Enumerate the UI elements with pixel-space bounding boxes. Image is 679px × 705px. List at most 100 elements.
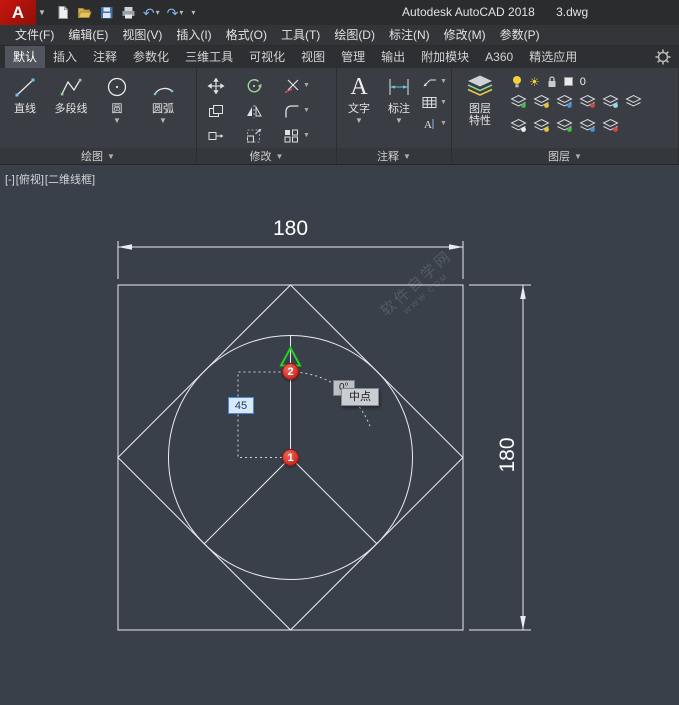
- circle-flyout-caret-icon[interactable]: ▼: [113, 116, 121, 126]
- ribbon-tab-bar: 默认 插入 注释 参数化 三维工具 可视化 视图 管理 输出 附加模块 A360…: [0, 46, 679, 68]
- current-layer-name: 0: [580, 76, 586, 88]
- copy-button[interactable]: [207, 98, 245, 123]
- layer-tool-button[interactable]: [510, 94, 527, 114]
- leader-caret-icon[interactable]: ▼: [440, 78, 447, 85]
- dimension-flyout-caret-icon[interactable]: ▼: [395, 116, 403, 126]
- viewport-menu-control[interactable]: [-]: [5, 174, 15, 186]
- menu-draw[interactable]: 绘图(D): [327, 25, 382, 45]
- app-title: Autodesk AutoCAD 2018: [402, 5, 535, 19]
- tab-output[interactable]: 输出: [373, 46, 413, 68]
- tab-insert[interactable]: 插入: [45, 46, 85, 68]
- save-icon: [99, 5, 114, 20]
- text-flyout-caret-icon[interactable]: ▼: [355, 116, 363, 126]
- open-file-button[interactable]: [77, 3, 92, 23]
- layer-tool-button[interactable]: [556, 118, 573, 138]
- panel-layers-title: 图层: [548, 148, 570, 164]
- lock-icon[interactable]: [545, 74, 559, 89]
- layer-color-swatch[interactable]: [564, 77, 573, 86]
- layer-tool-button[interactable]: [510, 118, 527, 138]
- redo-icon: ↷: [167, 3, 179, 23]
- mirror-button[interactable]: [245, 98, 283, 123]
- tool-arc[interactable]: 圆弧 ▼: [140, 71, 186, 126]
- viewport-view-control[interactable]: [俯视]: [16, 174, 44, 186]
- new-file-button[interactable]: [55, 3, 70, 23]
- tab-a360[interactable]: A360: [477, 46, 521, 68]
- undo-button[interactable]: ↶▾: [143, 3, 160, 23]
- text-style-button[interactable]: A▼: [421, 115, 447, 132]
- leader-button[interactable]: ▼: [421, 73, 447, 90]
- save-button[interactable]: [99, 3, 114, 23]
- panel-footer-layers[interactable]: 图层▼: [452, 148, 678, 164]
- fillet-button[interactable]: ▼: [283, 98, 321, 123]
- stretch-button[interactable]: [207, 123, 245, 148]
- move-button[interactable]: [207, 73, 245, 98]
- menu-insert[interactable]: 插入(I): [169, 25, 218, 45]
- tab-visualize[interactable]: 可视化: [241, 46, 293, 68]
- layer-tool-button[interactable]: [533, 118, 550, 138]
- tab-addins[interactable]: 附加模块: [413, 46, 477, 68]
- menu-tools[interactable]: 工具(T): [274, 25, 327, 45]
- sun-icon[interactable]: ☀: [529, 75, 540, 89]
- drawing-geometry: [0, 165, 679, 705]
- trim-button[interactable]: ▼: [283, 73, 321, 98]
- tool-text-label: 文字: [348, 103, 370, 116]
- tool-dimension-label: 标注: [388, 103, 410, 116]
- tab-3dtools[interactable]: 三维工具: [177, 46, 241, 68]
- tool-line[interactable]: 直线: [2, 71, 48, 116]
- menu-parametric[interactable]: 参数(P): [493, 25, 547, 45]
- array-button[interactable]: ▼: [283, 123, 321, 148]
- panel-footer-modify[interactable]: 修改▼: [197, 148, 336, 164]
- table-button[interactable]: ▼: [421, 94, 447, 111]
- menu-file[interactable]: 文件(F): [8, 25, 61, 45]
- trim-icon: [283, 78, 301, 94]
- tool-dimension[interactable]: 标注 ▼: [379, 71, 419, 126]
- arc-flyout-caret-icon[interactable]: ▼: [159, 116, 167, 126]
- trim-caret-icon[interactable]: ▼: [303, 82, 310, 89]
- tool-polyline[interactable]: 多段线: [48, 71, 94, 116]
- app-logo[interactable]: A: [0, 0, 36, 25]
- menu-modify[interactable]: 修改(M): [437, 25, 493, 45]
- tab-featured-apps[interactable]: 精选应用: [521, 46, 585, 68]
- bulb-icon[interactable]: [510, 74, 524, 89]
- gear-icon[interactable]: [655, 49, 671, 65]
- scale-button[interactable]: [245, 123, 283, 148]
- tab-manage[interactable]: 管理: [333, 46, 373, 68]
- line-icon: [13, 75, 37, 99]
- viewport-visual-style-control[interactable]: [二维线框]: [45, 174, 95, 186]
- tab-home[interactable]: 默认: [5, 46, 45, 68]
- panel-modify-title: 修改: [250, 148, 272, 164]
- layer-tool-button[interactable]: [625, 94, 642, 114]
- model-space-canvas[interactable]: [-][俯视][二维线框] 软件自学网 WWW.COM 180 180 1 2 …: [0, 165, 679, 705]
- rotate-button[interactable]: [245, 73, 283, 98]
- print-button[interactable]: [121, 3, 136, 23]
- tool-circle[interactable]: 圆 ▼: [94, 71, 140, 126]
- layer-properties-button[interactable]: 图层特性: [454, 71, 506, 127]
- dynamic-input-field[interactable]: 45: [228, 397, 254, 414]
- layer-tool-button[interactable]: [533, 94, 550, 114]
- menu-format[interactable]: 格式(O): [219, 25, 274, 45]
- menu-edit[interactable]: 编辑(E): [61, 25, 115, 45]
- undo-caret-icon[interactable]: ▾: [156, 8, 160, 17]
- layer-tool-button[interactable]: [602, 118, 619, 138]
- layer-tool-button[interactable]: [556, 94, 573, 114]
- layer-tool-button[interactable]: [579, 94, 596, 114]
- array-caret-icon[interactable]: ▼: [303, 132, 310, 139]
- table-caret-icon[interactable]: ▼: [440, 99, 447, 106]
- tool-text[interactable]: A 文字 ▼: [339, 71, 379, 126]
- tab-view[interactable]: 视图: [293, 46, 333, 68]
- menu-dimension[interactable]: 标注(N): [382, 25, 437, 45]
- layer-dropdown[interactable]: ☀ 0: [510, 73, 642, 90]
- panel-footer-draw[interactable]: 绘图▼: [0, 148, 196, 164]
- layer-tool-button[interactable]: [602, 94, 619, 114]
- qat-overflow-caret-icon[interactable]: ▾: [191, 8, 195, 17]
- tab-annotate[interactable]: 注释: [85, 46, 125, 68]
- menu-view[interactable]: 视图(V): [115, 25, 169, 45]
- redo-caret-icon[interactable]: ▾: [179, 8, 183, 17]
- redo-button[interactable]: ↷▾: [167, 3, 184, 23]
- panel-footer-annotate[interactable]: 注释▼: [337, 148, 451, 164]
- layer-tool-button[interactable]: [579, 118, 596, 138]
- tab-parametric[interactable]: 参数化: [125, 46, 177, 68]
- fillet-caret-icon[interactable]: ▼: [303, 107, 310, 114]
- text-style-caret-icon[interactable]: ▼: [440, 120, 447, 127]
- app-menu-caret-icon[interactable]: ▼: [38, 8, 46, 17]
